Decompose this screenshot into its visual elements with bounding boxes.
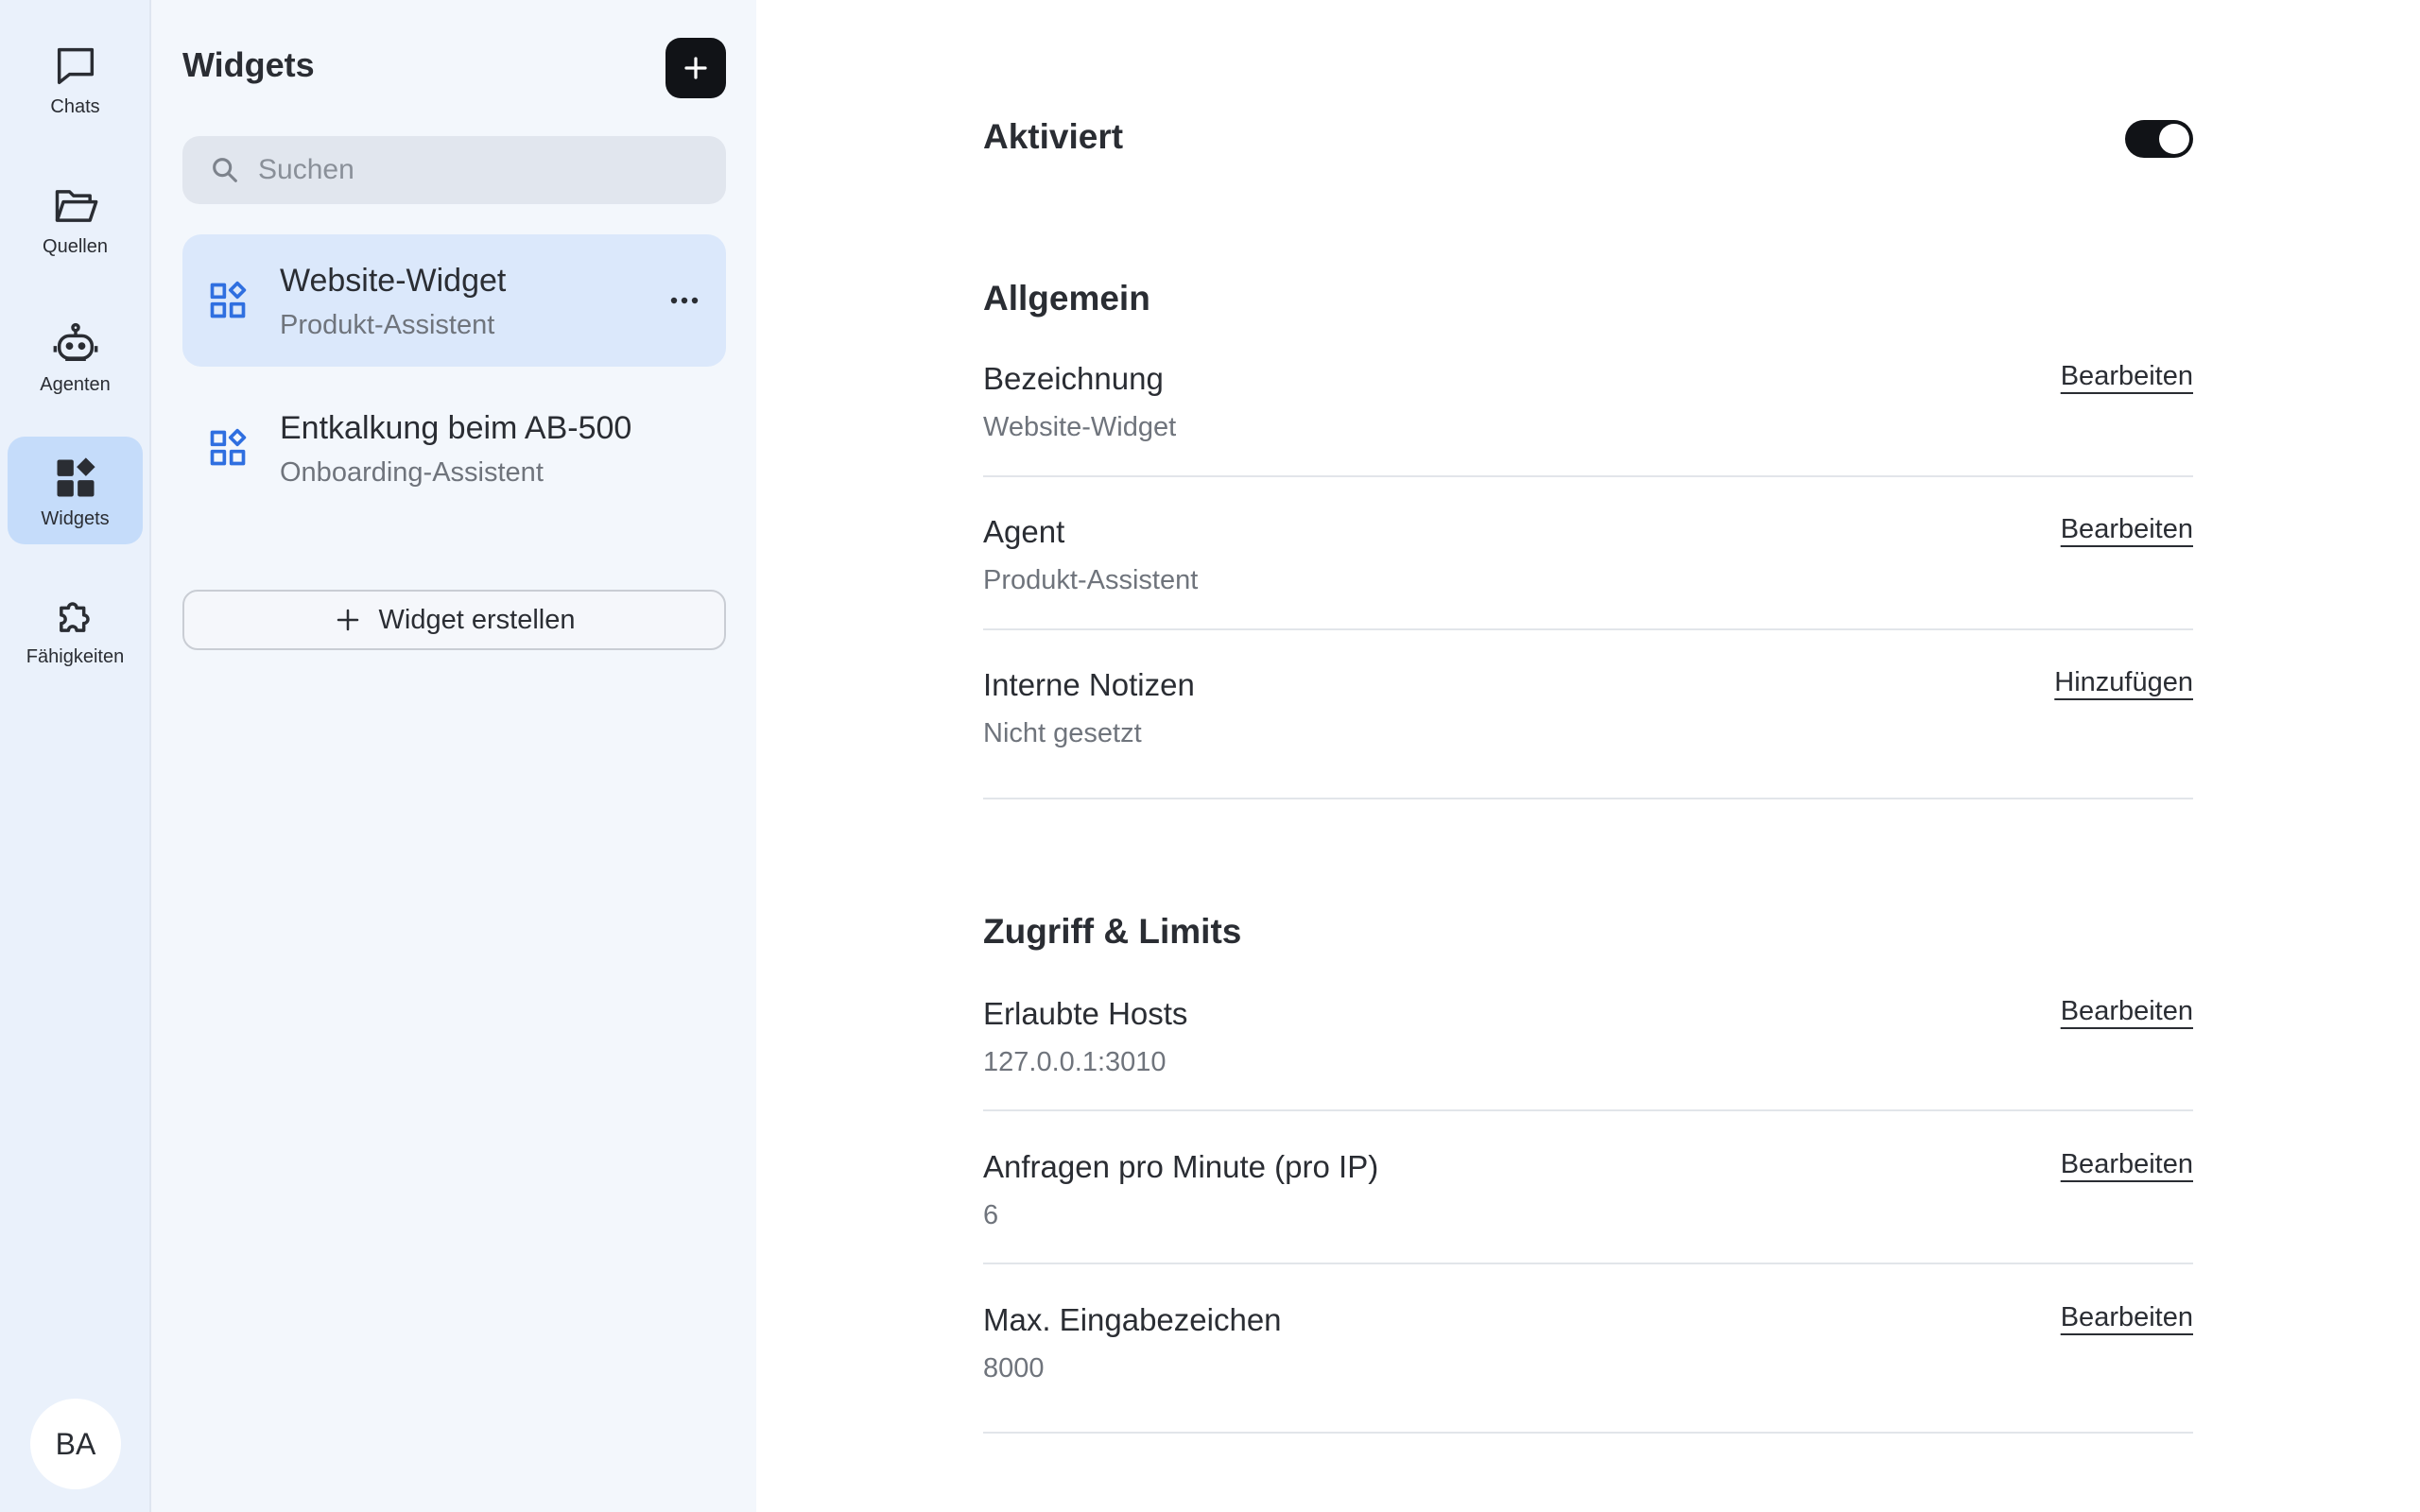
- app-window: Chats Quellen Agenten Widgets Fähigkeite…: [0, 0, 2420, 1512]
- setting-value: 6: [983, 1200, 999, 1230]
- search-box[interactable]: [182, 136, 726, 204]
- widgets-icon: [210, 281, 247, 318]
- edit-hosts-link[interactable]: Bearbeiten: [2061, 996, 2193, 1027]
- setting-label: Bezeichnung: [983, 361, 1164, 396]
- folder-open-icon: [55, 190, 97, 222]
- widget-subtitle: Produkt-Assistent: [280, 310, 495, 340]
- nav-label: Quellen: [43, 236, 108, 257]
- setting-label: Erlaubte Hosts: [983, 996, 1188, 1031]
- nav-label: Fähigkeiten: [26, 646, 125, 667]
- setting-row-name: Bezeichnung Website-Widget Bearbeiten: [983, 348, 2193, 477]
- nav-label: Chats: [50, 96, 100, 117]
- toggle-knob: [2159, 124, 2189, 154]
- setting-label: Interne Notizen: [983, 667, 1195, 702]
- nav-item-skills[interactable]: Fähigkeiten: [8, 575, 143, 682]
- widgets-icon: [57, 457, 95, 497]
- widget-name: Entkalkung beim AB-500: [280, 410, 632, 446]
- widget-list-item[interactable]: Entkalkung beim AB-500 Onboarding-Assist…: [182, 382, 726, 514]
- edit-agent-link[interactable]: Bearbeiten: [2061, 514, 2193, 545]
- nav-item-agents[interactable]: Agenten: [8, 302, 143, 410]
- widget-name: Website-Widget: [280, 263, 507, 299]
- search-input[interactable]: [258, 154, 712, 186]
- setting-value: 8000: [983, 1353, 1045, 1383]
- setting-row-agent: Agent Produkt-Assistent Bearbeiten: [983, 501, 2193, 630]
- nav-label: Agenten: [40, 374, 111, 395]
- setting-label: Anfragen pro Minute (pro IP): [983, 1149, 1379, 1184]
- enabled-label: Aktiviert: [983, 117, 1124, 156]
- more-options-icon[interactable]: [666, 284, 703, 318]
- section-title-general: Allgemein: [983, 279, 1150, 318]
- nav-rail: Chats Quellen Agenten Widgets Fähigkeite…: [0, 0, 151, 1512]
- robot-icon: [53, 322, 97, 361]
- widgets-icon: [210, 428, 247, 466]
- setting-row-notes: Interne Notizen Nicht gesetzt Hinzufügen: [983, 654, 2193, 799]
- widget-settings: Aktiviert Allgemein Bezeichnung Website-…: [756, 0, 2420, 1512]
- setting-row-rate-limit: Anfragen pro Minute (pro IP) 6 Bearbeite…: [983, 1136, 2193, 1264]
- setting-value: Nicht gesetzt: [983, 718, 1142, 748]
- nav-item-sources[interactable]: Quellen: [8, 164, 143, 272]
- avatar[interactable]: BA: [30, 1399, 121, 1489]
- edit-max-chars-link[interactable]: Bearbeiten: [2061, 1302, 2193, 1333]
- nav-label: Widgets: [41, 508, 110, 529]
- list-title: Widgets: [182, 45, 315, 84]
- edit-name-link[interactable]: Bearbeiten: [2061, 361, 2193, 392]
- add-widget-button[interactable]: [666, 38, 726, 98]
- setting-row-hosts: Erlaubte Hosts 127.0.0.1:3010 Bearbeiten: [983, 983, 2193, 1111]
- enabled-toggle[interactable]: [2125, 120, 2193, 158]
- setting-label: Max. Eingabezeichen: [983, 1302, 1282, 1337]
- setting-row-max-chars: Max. Eingabezeichen 8000 Bearbeiten: [983, 1289, 2193, 1434]
- create-widget-button[interactable]: Widget erstellen: [182, 590, 726, 650]
- plus-icon: [337, 609, 358, 631]
- widget-subtitle: Onboarding-Assistent: [280, 457, 544, 488]
- search-icon: [213, 158, 237, 182]
- chat-bubble-icon: [57, 47, 94, 85]
- widget-list-panel: Widgets Website-Widget Produkt-Assistent: [151, 0, 756, 1512]
- add-notes-link[interactable]: Hinzufügen: [2054, 667, 2193, 698]
- nav-item-chats[interactable]: Chats: [8, 25, 143, 132]
- section-title-access: Zugriff & Limits: [983, 912, 1242, 951]
- setting-value: Website-Widget: [983, 412, 1177, 442]
- edit-rate-limit-link[interactable]: Bearbeiten: [2061, 1149, 2193, 1180]
- widget-list-item[interactable]: Website-Widget Produkt-Assistent: [182, 234, 726, 367]
- nav-item-widgets[interactable]: Widgets: [8, 437, 143, 544]
- plus-icon: [684, 57, 707, 79]
- create-widget-label: Widget erstellen: [378, 604, 576, 635]
- puzzle-icon: [59, 602, 90, 632]
- setting-label: Agent: [983, 514, 1065, 549]
- setting-value: 127.0.0.1:3010: [983, 1047, 1167, 1077]
- setting-value: Produkt-Assistent: [983, 565, 1199, 595]
